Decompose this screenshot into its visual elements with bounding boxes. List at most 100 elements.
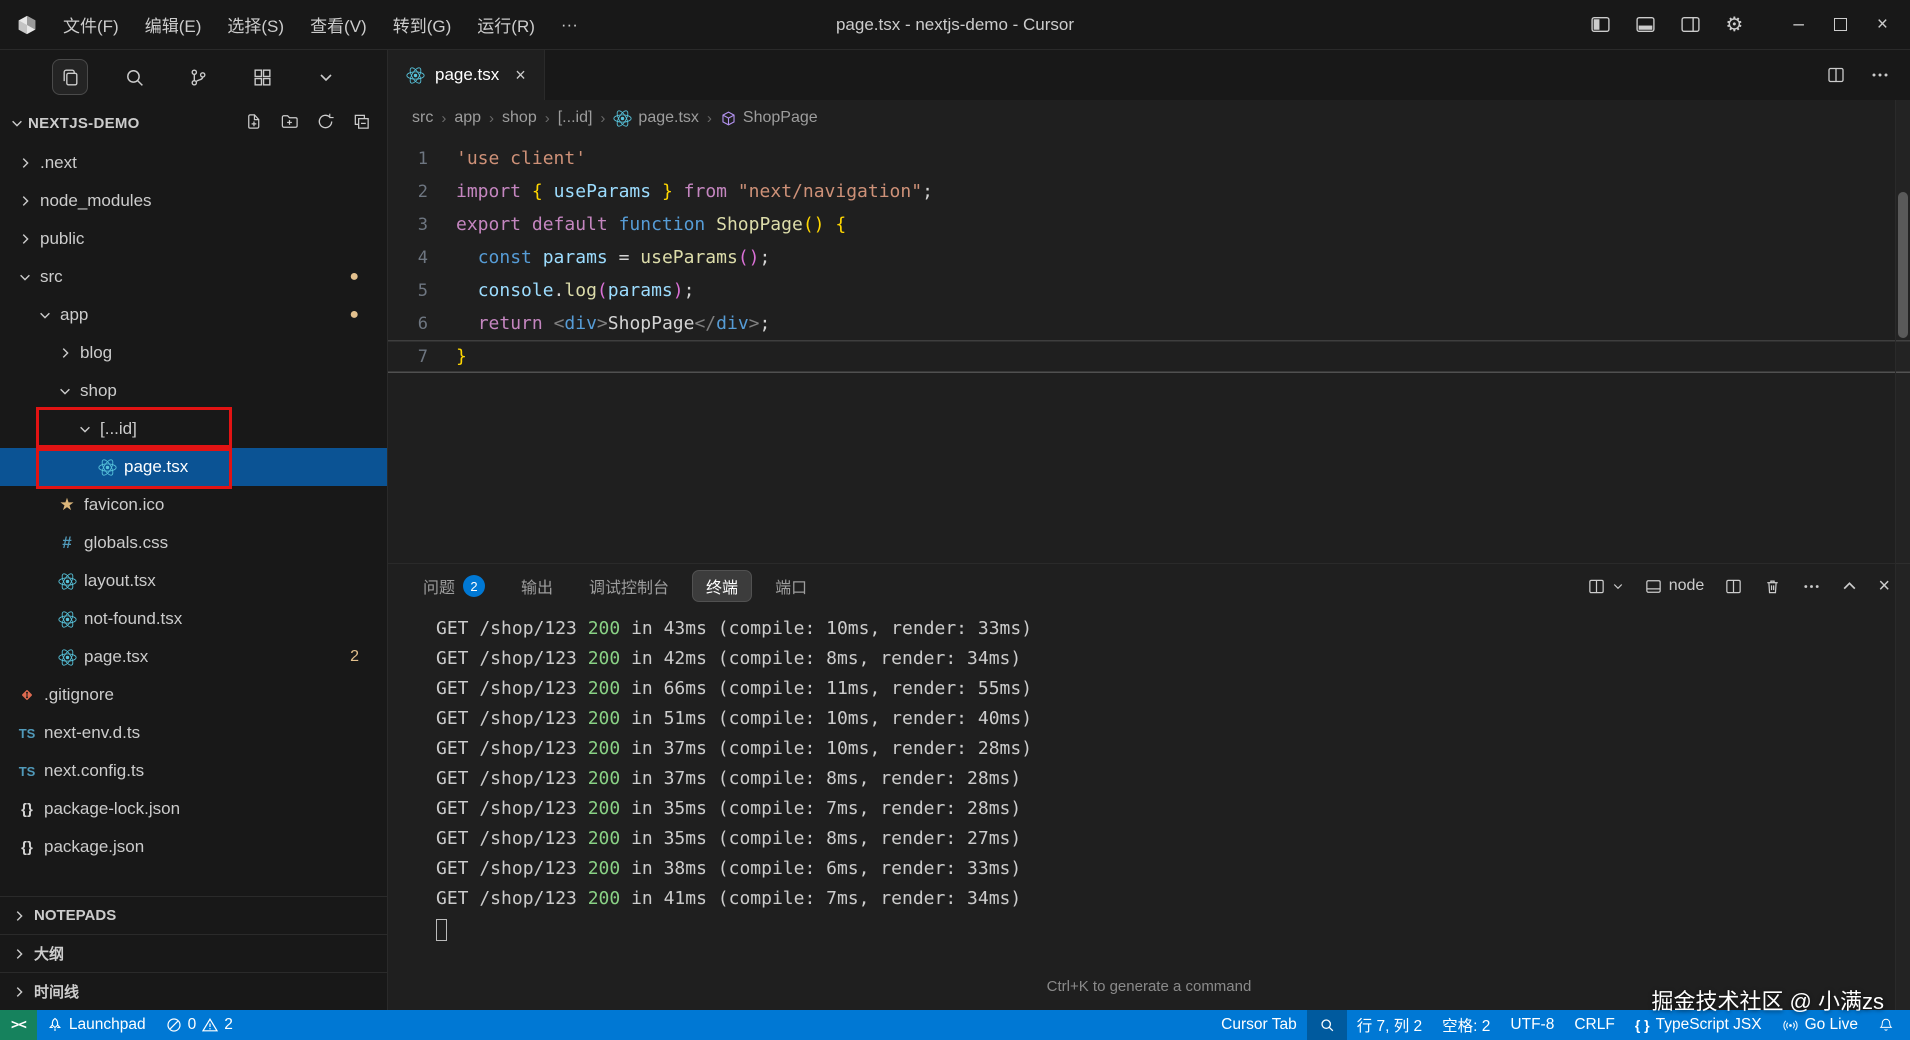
breadcrumb: src›app›shop›[...id]›page.tsx›ShopPage: [388, 100, 1910, 136]
tree-item-page.tsx[interactable]: page.tsx2: [0, 638, 387, 676]
modified-dot: ●: [349, 306, 359, 324]
tree-item-page.tsx[interactable]: page.tsx: [0, 448, 387, 486]
panel-tab-输出[interactable]: 输出: [508, 570, 566, 602]
status-right-0[interactable]: Cursor Tab: [1211, 1010, 1307, 1040]
activity-branch[interactable]: [180, 59, 216, 95]
chev-right-icon: [12, 909, 26, 923]
action-collapse-all[interactable]: [352, 112, 371, 135]
maximize-button[interactable]: [1834, 18, 1847, 31]
menu-item-0[interactable]: 文件(F): [50, 12, 132, 37]
status-left-0[interactable]: ><: [0, 1010, 37, 1040]
panel-tab-问题[interactable]: 问题2: [410, 570, 498, 602]
tree-item-[...id][interactable]: [...id]: [0, 410, 387, 448]
close-button[interactable]: ×: [1877, 14, 1888, 36]
panel-header: 问题2 输出调试控制台终端端口 node: [388, 564, 1910, 608]
status-right-3[interactable]: 空格: 2: [1432, 1010, 1500, 1040]
status-right-2[interactable]: 行 7, 列 2: [1347, 1010, 1432, 1040]
tree-item-package.json[interactable]: {}package.json: [0, 828, 387, 866]
split-terminal-dropdown[interactable]: [1587, 577, 1624, 596]
section-时间线[interactable]: 时间线: [0, 972, 387, 1010]
toggle-secondary-sidebar-icon[interactable]: [1680, 14, 1701, 35]
terminal-output[interactable]: GET /shop/123 200 in 43ms (compile: 10ms…: [388, 608, 1910, 978]
breadcrumb-separator: ›: [600, 110, 605, 127]
breadcrumb-app[interactable]: app: [454, 109, 481, 127]
menu-more[interactable]: ···: [548, 15, 591, 35]
tree-item-node_modules[interactable]: node_modules: [0, 182, 387, 220]
terminal-line: GET /shop/123 200 in 37ms (compile: 8ms,…: [436, 764, 1910, 794]
editor-scrollbar[interactable]: [1895, 100, 1910, 1010]
tree-item-src[interactable]: src●: [0, 258, 387, 296]
activity-chevron-down[interactable]: [308, 59, 344, 95]
action-new-folder[interactable]: [280, 112, 299, 135]
close-panel-icon[interactable]: ×: [1878, 575, 1890, 598]
tree-item-.next[interactable]: .next: [0, 144, 387, 182]
tree-item-package-lock.json[interactable]: {}package-lock.json: [0, 790, 387, 828]
action-refresh[interactable]: [316, 112, 335, 135]
breadcrumb-[...id][interactable]: [...id]: [558, 109, 593, 127]
status-bar: ><Launchpad02 Cursor Tab 行 7, 列 2空格: 2UTF…: [0, 1010, 1910, 1040]
tree-item-shop[interactable]: shop: [0, 372, 387, 410]
panel-tab-端口[interactable]: 端口: [762, 570, 820, 602]
chevron-down-icon[interactable]: [10, 116, 24, 130]
tab-close-icon[interactable]: ×: [515, 65, 526, 86]
tree-item-favicon.ico[interactable]: ★favicon.ico: [0, 486, 387, 524]
tree-item-.gitignore[interactable]: .gitignore: [0, 676, 387, 714]
status-right-1[interactable]: [1307, 1010, 1347, 1040]
panel-more-icon[interactable]: [1802, 577, 1821, 596]
menu-item-1[interactable]: 编辑(E): [132, 12, 215, 37]
project-name[interactable]: NEXTJS-DEMO: [28, 115, 140, 132]
activity-grid[interactable]: [244, 59, 280, 95]
activity-files[interactable]: [52, 59, 88, 95]
status-left-2[interactable]: 02: [156, 1010, 243, 1040]
status-right-5[interactable]: CRLF: [1564, 1010, 1624, 1040]
status-right-4[interactable]: UTF-8: [1500, 1010, 1564, 1040]
react-icon: [406, 66, 425, 85]
more-actions-icon[interactable]: [1870, 65, 1890, 85]
status-left: ><Launchpad02: [0, 1010, 243, 1040]
toggle-primary-sidebar-icon[interactable]: [1590, 14, 1611, 35]
chev-down-icon: [78, 422, 92, 436]
titlebar-actions: ⚙ – ×: [1590, 12, 1910, 37]
tree-item-next-env.d.ts[interactable]: TSnext-env.d.ts: [0, 714, 387, 752]
tree-item-layout.tsx[interactable]: layout.tsx: [0, 562, 387, 600]
menu-item-4[interactable]: 转到(G): [380, 12, 465, 37]
tree-item-globals.css[interactable]: #globals.css: [0, 524, 387, 562]
ts-icon: TS: [19, 764, 36, 779]
settings-gear-icon[interactable]: ⚙: [1725, 12, 1743, 37]
tree-item-next.config.ts[interactable]: TSnext.config.ts: [0, 752, 387, 790]
breadcrumb-ShopPage[interactable]: ShopPage: [720, 109, 818, 127]
menu-item-3[interactable]: 查看(V): [297, 12, 380, 37]
menu-item-5[interactable]: 运行(R): [464, 12, 548, 37]
json-icon: {}: [21, 801, 33, 818]
panel-tab-调试控制台[interactable]: 调试控制台: [576, 570, 682, 602]
tree-item-public[interactable]: public: [0, 220, 387, 258]
section-NOTEPADS[interactable]: NOTEPADS: [0, 896, 387, 934]
section-大纲[interactable]: 大纲: [0, 934, 387, 972]
editor-column: page.tsx × src›app›shop›[...id]›page.tsx…: [388, 50, 1910, 1010]
status-left-1[interactable]: Launchpad: [37, 1010, 156, 1040]
split-editor-icon[interactable]: [1826, 65, 1846, 85]
breadcrumb-page.tsx[interactable]: page.tsx: [613, 109, 698, 128]
panel-tab-终端[interactable]: 终端: [692, 570, 752, 602]
toggle-panel-icon[interactable]: [1635, 14, 1656, 35]
activity-search[interactable]: [116, 59, 152, 95]
code-line-1: 1'use client': [388, 142, 1910, 175]
line-number: 2: [388, 182, 456, 202]
chev-down-icon: [58, 384, 72, 398]
tree-item-blog[interactable]: blog: [0, 334, 387, 372]
kill-terminal-icon[interactable]: [1763, 577, 1782, 596]
minimize-button[interactable]: –: [1793, 14, 1804, 36]
tab-page-tsx[interactable]: page.tsx ×: [388, 50, 545, 100]
breadcrumb-src[interactable]: src: [412, 109, 433, 127]
action-new-file[interactable]: [244, 112, 263, 135]
maximize-panel-icon[interactable]: [1841, 578, 1858, 595]
tree-item-app[interactable]: app●: [0, 296, 387, 334]
scrollbar-thumb[interactable]: [1898, 192, 1908, 338]
code-line-4: 4 const params = useParams();: [388, 241, 1910, 274]
terminal-instance-node[interactable]: node: [1644, 577, 1705, 596]
tree-item-not-found.tsx[interactable]: not-found.tsx: [0, 600, 387, 638]
menu-item-2[interactable]: 选择(S): [214, 12, 297, 37]
breadcrumb-shop[interactable]: shop: [502, 109, 537, 127]
split-panel-icon[interactable]: [1724, 577, 1743, 596]
code-editor[interactable]: 1'use client'2import { useParams } from …: [388, 136, 1910, 563]
